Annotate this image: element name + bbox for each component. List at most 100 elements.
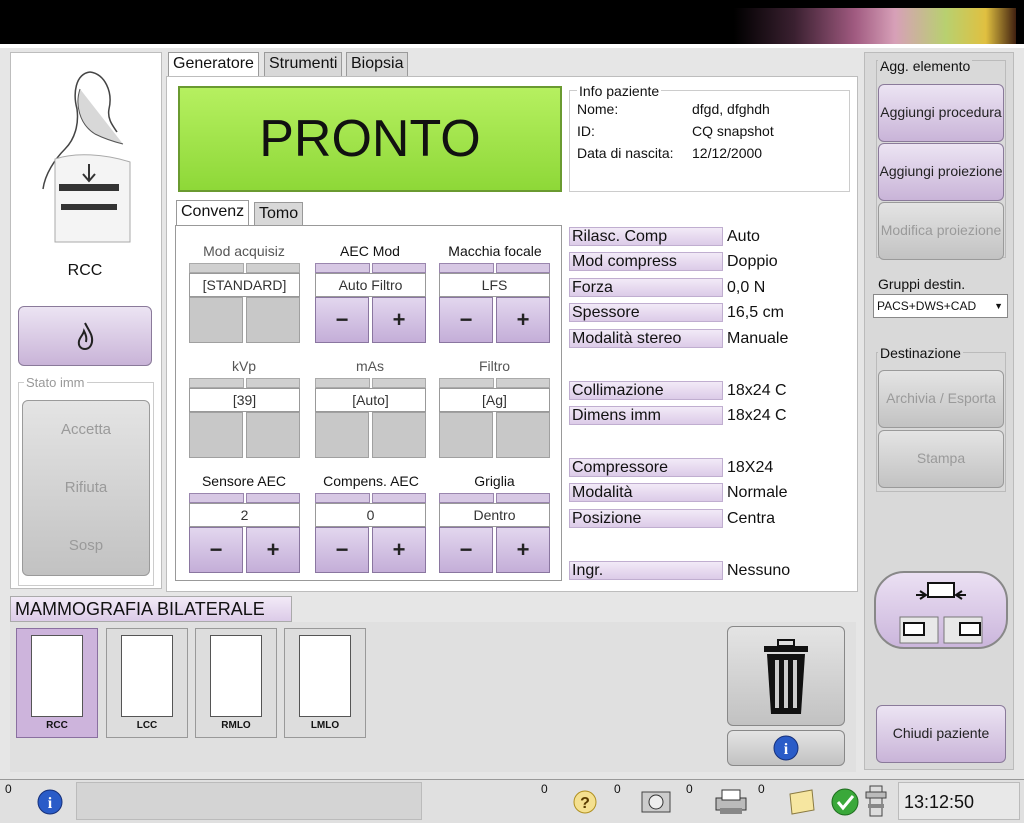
tab-convenz[interactable]: Convenz [176, 200, 250, 226]
trash-icon [764, 639, 808, 714]
print-button[interactable]: Stampa [878, 430, 1004, 488]
add-procedure-button[interactable]: Aggiungi procedura [878, 84, 1004, 142]
image-state-buttons: Accetta Rifiuta Sosp [22, 400, 150, 576]
compens-minus-button[interactable]: − [315, 527, 369, 573]
tab-generatore[interactable]: Generatore [168, 52, 259, 78]
prop-label: Spessore [569, 303, 723, 322]
sensore-plus-button[interactable]: + [246, 527, 300, 573]
filtro-value: [Ag] [439, 388, 550, 412]
griglia-minus-button[interactable]: − [439, 527, 493, 573]
add-group-title: Agg. elemento [878, 58, 973, 74]
griglia-plus-button[interactable]: + [496, 527, 550, 573]
prop-label: Collimazione [569, 381, 723, 400]
kvp-value: [39] [189, 388, 300, 412]
notes-icon[interactable] [784, 786, 820, 816]
thumb-lcc[interactable]: LCC [106, 628, 188, 738]
prop-label: Compressore [569, 458, 723, 477]
exposure-button[interactable] [18, 306, 152, 366]
macchia-plus-button[interactable]: + [496, 297, 550, 343]
prop-label: Modalità [569, 483, 723, 502]
thumb-lmlo[interactable]: LMLO [284, 628, 366, 738]
reject-button[interactable]: Rifiuta [65, 479, 108, 498]
accept-button[interactable]: Accetta [61, 421, 111, 440]
groups-select-value: PACS+DWS+CAD [877, 299, 977, 313]
prop-label: Mod compress [569, 252, 723, 271]
mod-acquisiz-label: Mod acquisiz [203, 243, 285, 259]
patient-id-value: CQ snapshot [692, 123, 774, 139]
macchia-label: Macchia focale [448, 243, 542, 259]
info-button[interactable]: i [727, 730, 845, 766]
hold-button[interactable]: Sosp [69, 537, 103, 556]
procedure-title: MAMMOGRAFIA BILATERALE [10, 596, 292, 622]
macchia-control: LFS − + [439, 263, 550, 343]
sensore-value: 2 [189, 503, 300, 527]
prop-value: 18X24 [727, 459, 774, 476]
status-count-media: 0 [614, 782, 621, 796]
dest-title: Destinazione [878, 345, 963, 361]
edit-view-button[interactable]: Modifica proiezione [878, 202, 1004, 260]
thumb-label: RMLO [221, 720, 251, 731]
aec-mod-plus-button[interactable]: + [372, 297, 426, 343]
tab-biopsia[interactable]: Biopsia [346, 52, 409, 76]
printer-icon[interactable] [708, 786, 752, 816]
check-icon[interactable] [830, 787, 860, 817]
thumb-rcc[interactable]: RCC [16, 628, 98, 738]
griglia-label: Griglia [474, 473, 515, 489]
status-display: PRONTO [178, 86, 562, 192]
filtro-label: Filtro [478, 358, 511, 374]
paddle-shift-icon [899, 582, 983, 644]
patient-dob-label: Data di nascita: [577, 145, 674, 161]
thumb-image [299, 635, 351, 717]
prop-value: 0,0 N [727, 279, 766, 296]
prop-label: Dimens imm [569, 406, 723, 425]
prop-label: Forza [569, 278, 723, 297]
svg-text:i: i [784, 741, 789, 758]
prop-label: Rilasc. Comp [569, 227, 723, 246]
aec-mod-minus-button[interactable]: − [315, 297, 369, 343]
system-icon[interactable] [862, 782, 892, 820]
compens-label: Compens. AEC [323, 473, 419, 489]
sensore-minus-button[interactable]: − [189, 527, 243, 573]
patient-name-value: dfgd, dfghdh [692, 101, 770, 117]
aec-mod-control: Auto Filtro − + [315, 263, 426, 343]
mas-control: [Auto] [315, 378, 426, 458]
mas-label: mAs [356, 358, 384, 374]
thumb-image [31, 635, 83, 717]
close-patient-button[interactable]: Chiudi paziente [876, 705, 1006, 763]
status-count-help: 0 [541, 782, 548, 796]
groups-select[interactable]: PACS+DWS+CAD ▼ [873, 294, 1008, 318]
thumb-label: RCC [46, 720, 68, 731]
help-icon[interactable]: ? [570, 788, 600, 816]
header-banner [8, 8, 1016, 44]
info-icon[interactable]: i [36, 788, 64, 816]
archive-button[interactable]: Archivia / Esporta [878, 370, 1004, 428]
prop-value: 16,5 cm [727, 304, 784, 321]
clock: 13:12:50 [904, 792, 975, 812]
flame-icon [77, 322, 94, 351]
status-count-left: 0 [5, 782, 12, 796]
sensore-control: 2 − + [189, 493, 300, 573]
media-icon[interactable] [636, 786, 676, 816]
trash-button[interactable] [727, 626, 845, 726]
svg-text:i: i [48, 795, 53, 812]
aec-mod-label: AEC Mod [340, 243, 400, 259]
status-count-notes: 0 [758, 782, 765, 796]
kvp-label: kVp [231, 358, 257, 374]
thumb-label: LCC [136, 720, 158, 731]
tab-tomo[interactable]: Tomo [254, 202, 304, 226]
macchia-minus-button[interactable]: − [439, 297, 493, 343]
chevron-down-icon: ▼ [994, 301, 1003, 311]
compens-value: 0 [315, 503, 426, 527]
sensore-label: Sensore AEC [201, 473, 287, 489]
tab-strumenti[interactable]: Strumenti [264, 52, 343, 76]
add-view-button[interactable]: Aggiungi proiezione [878, 143, 1004, 201]
mod-acquisiz-dec [189, 297, 243, 343]
patient-dob-value: 12/12/2000 [692, 145, 763, 161]
paddle-shift-control[interactable] [874, 571, 1008, 649]
compens-plus-button[interactable]: + [372, 527, 426, 573]
mod-acquisiz-value: [STANDARD] [189, 273, 300, 297]
filtro-control: [Ag] [439, 378, 550, 458]
prop-label: Modalità stereo [569, 329, 723, 348]
thumb-rmlo[interactable]: RMLO [195, 628, 277, 738]
prop-value: Auto [727, 228, 760, 245]
